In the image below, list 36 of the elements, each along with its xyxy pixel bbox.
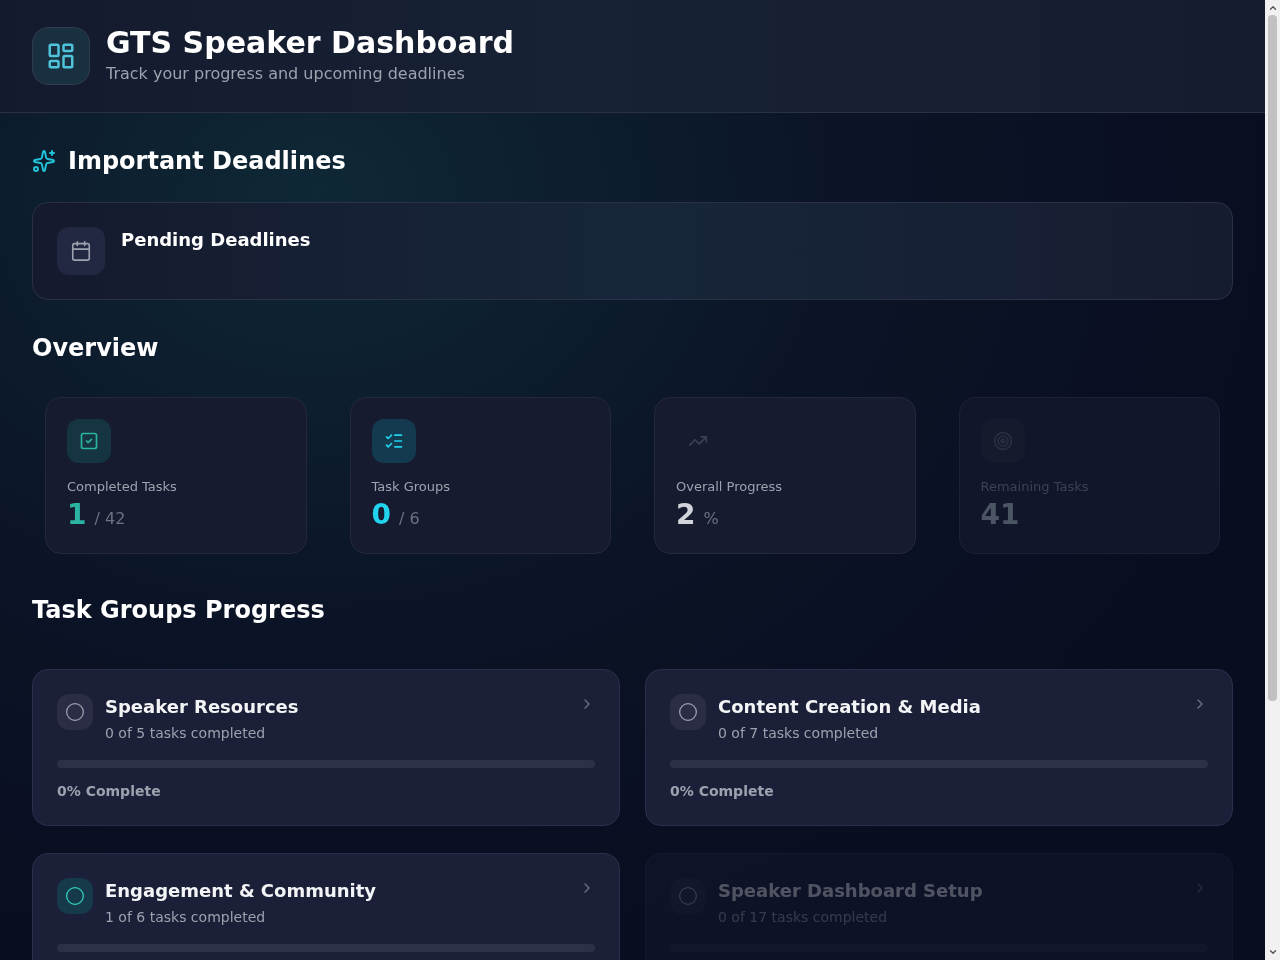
scrollbar-thumb[interactable] (1268, 15, 1277, 701)
task-group-card[interactable]: Speaker Resources 0 of 5 tasks completed 0% Complete (32, 669, 620, 826)
stat-value: 1 (67, 499, 87, 531)
section-heading: Important Deadlines (68, 146, 346, 177)
task-group-card[interactable]: Engagement & Community 1 of 6 tasks completed (32, 853, 620, 960)
dashboard-icon (32, 27, 90, 85)
calendar-icon (57, 227, 105, 275)
deadlines-card-title: Pending Deadlines (121, 228, 311, 252)
stat-label: Completed Tasks (67, 478, 178, 496)
target-icon (980, 419, 1025, 463)
task-group-title: Engagement & Community (105, 879, 378, 903)
checklist-icon (371, 419, 416, 463)
sparkles-icon (32, 149, 56, 173)
stat-label: Task Groups (371, 478, 452, 496)
page-title: GTS Speaker Dashboard (106, 25, 514, 61)
section-heading: Overview (32, 333, 159, 364)
task-group-title: Content Creation & Media (718, 695, 982, 719)
stat-label: Overall Progress (676, 478, 784, 496)
stat-value: 41 (980, 499, 1020, 531)
page-subtitle: Track your progress and upcoming deadlines (106, 63, 466, 85)
progress-label: 0% Complete (57, 782, 162, 801)
stat-total: / 6 (399, 508, 420, 530)
stat-value: 2 (676, 499, 696, 531)
scrollbar-track[interactable] (1265, 0, 1280, 960)
task-group-card[interactable]: Content Creation & Media 0 of 7 tasks completed 0% Complete (645, 669, 1233, 826)
stat-total: % (703, 508, 719, 530)
progress-label: 0% Complete (670, 782, 775, 801)
task-group-title: Speaker Resources (105, 695, 300, 719)
stat-value: 0 (371, 499, 391, 531)
task-group-count: 0 of 7 tasks completed (718, 724, 880, 743)
task-group-count: 1 of 6 tasks completed (105, 908, 267, 927)
stat-total: / 42 (94, 508, 126, 530)
task-group-count: 0 of 5 tasks completed (105, 724, 267, 743)
section-heading: Task Groups Progress (32, 595, 325, 626)
task-group-title: Speaker Dashboard Setup (718, 879, 984, 903)
checkbox-icon (67, 419, 111, 463)
